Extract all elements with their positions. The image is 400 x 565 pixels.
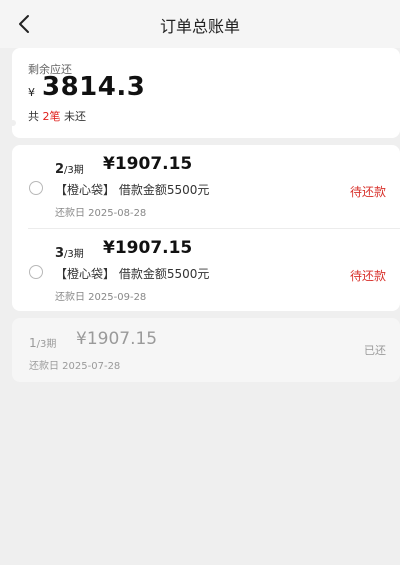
count-value: 2笔 — [42, 110, 61, 123]
due-date: 还款日 2025-08-28 — [55, 208, 147, 219]
due-date: 还款日 2025-09-28 — [55, 292, 147, 303]
paid-bill-card: 1/3期 ¥1907.15 还款日 2025-07-28 已还 — [12, 318, 400, 382]
nav-bar: 订单总账单 — [0, 0, 400, 48]
select-radio[interactable] — [29, 181, 43, 195]
period-total: /3期 — [64, 249, 84, 260]
period-current: 2 — [55, 162, 65, 177]
bill-row[interactable]: 2/3期 ¥1907.15 【橙心袋】 借款金额5500元 还款日 2025-0… — [12, 145, 400, 228]
period-current: 1 — [29, 336, 37, 350]
period-label: 2/3期 — [55, 158, 84, 177]
status-badge: 已还 — [364, 344, 386, 357]
period-label: 1/3期 — [29, 332, 56, 351]
unpaid-count: 共 2笔 未还 — [28, 108, 86, 124]
bill-amount: ¥1907.15 — [76, 329, 158, 349]
bill-description: 【橙心袋】 借款金额5500元 — [55, 267, 210, 281]
count-suffix: 未还 — [60, 110, 86, 123]
remaining-amount: 3814.3 — [42, 72, 146, 102]
status-badge: 待还款 — [349, 269, 386, 283]
count-prefix: 共 — [28, 110, 43, 123]
bill-description: 【橙心袋】 借款金额5500元 — [55, 183, 210, 197]
card-notch — [10, 120, 16, 126]
select-radio[interactable] — [29, 265, 43, 279]
period-current: 3 — [55, 246, 65, 261]
period-label: 3/3期 — [55, 242, 84, 261]
bill-row[interactable]: 3/3期 ¥1907.15 【橙心袋】 借款金额5500元 还款日 2025-0… — [12, 229, 400, 312]
pending-bills-card: 2/3期 ¥1907.15 【橙心袋】 借款金额5500元 还款日 2025-0… — [12, 145, 400, 311]
due-date: 还款日 2025-07-28 — [29, 361, 121, 372]
page-title: 订单总账单 — [159, 17, 240, 36]
bill-amount: ¥1907.15 — [103, 238, 193, 258]
currency-symbol: ¥ — [28, 86, 35, 99]
bill-amount: ¥1907.15 — [103, 154, 193, 174]
status-badge: 待还款 — [349, 185, 386, 199]
period-total: /3期 — [64, 165, 84, 176]
summary-card: 剩余应还 ¥ 3814.3 共 2笔 未还 — [10, 48, 400, 138]
period-total: /3期 — [36, 339, 57, 350]
